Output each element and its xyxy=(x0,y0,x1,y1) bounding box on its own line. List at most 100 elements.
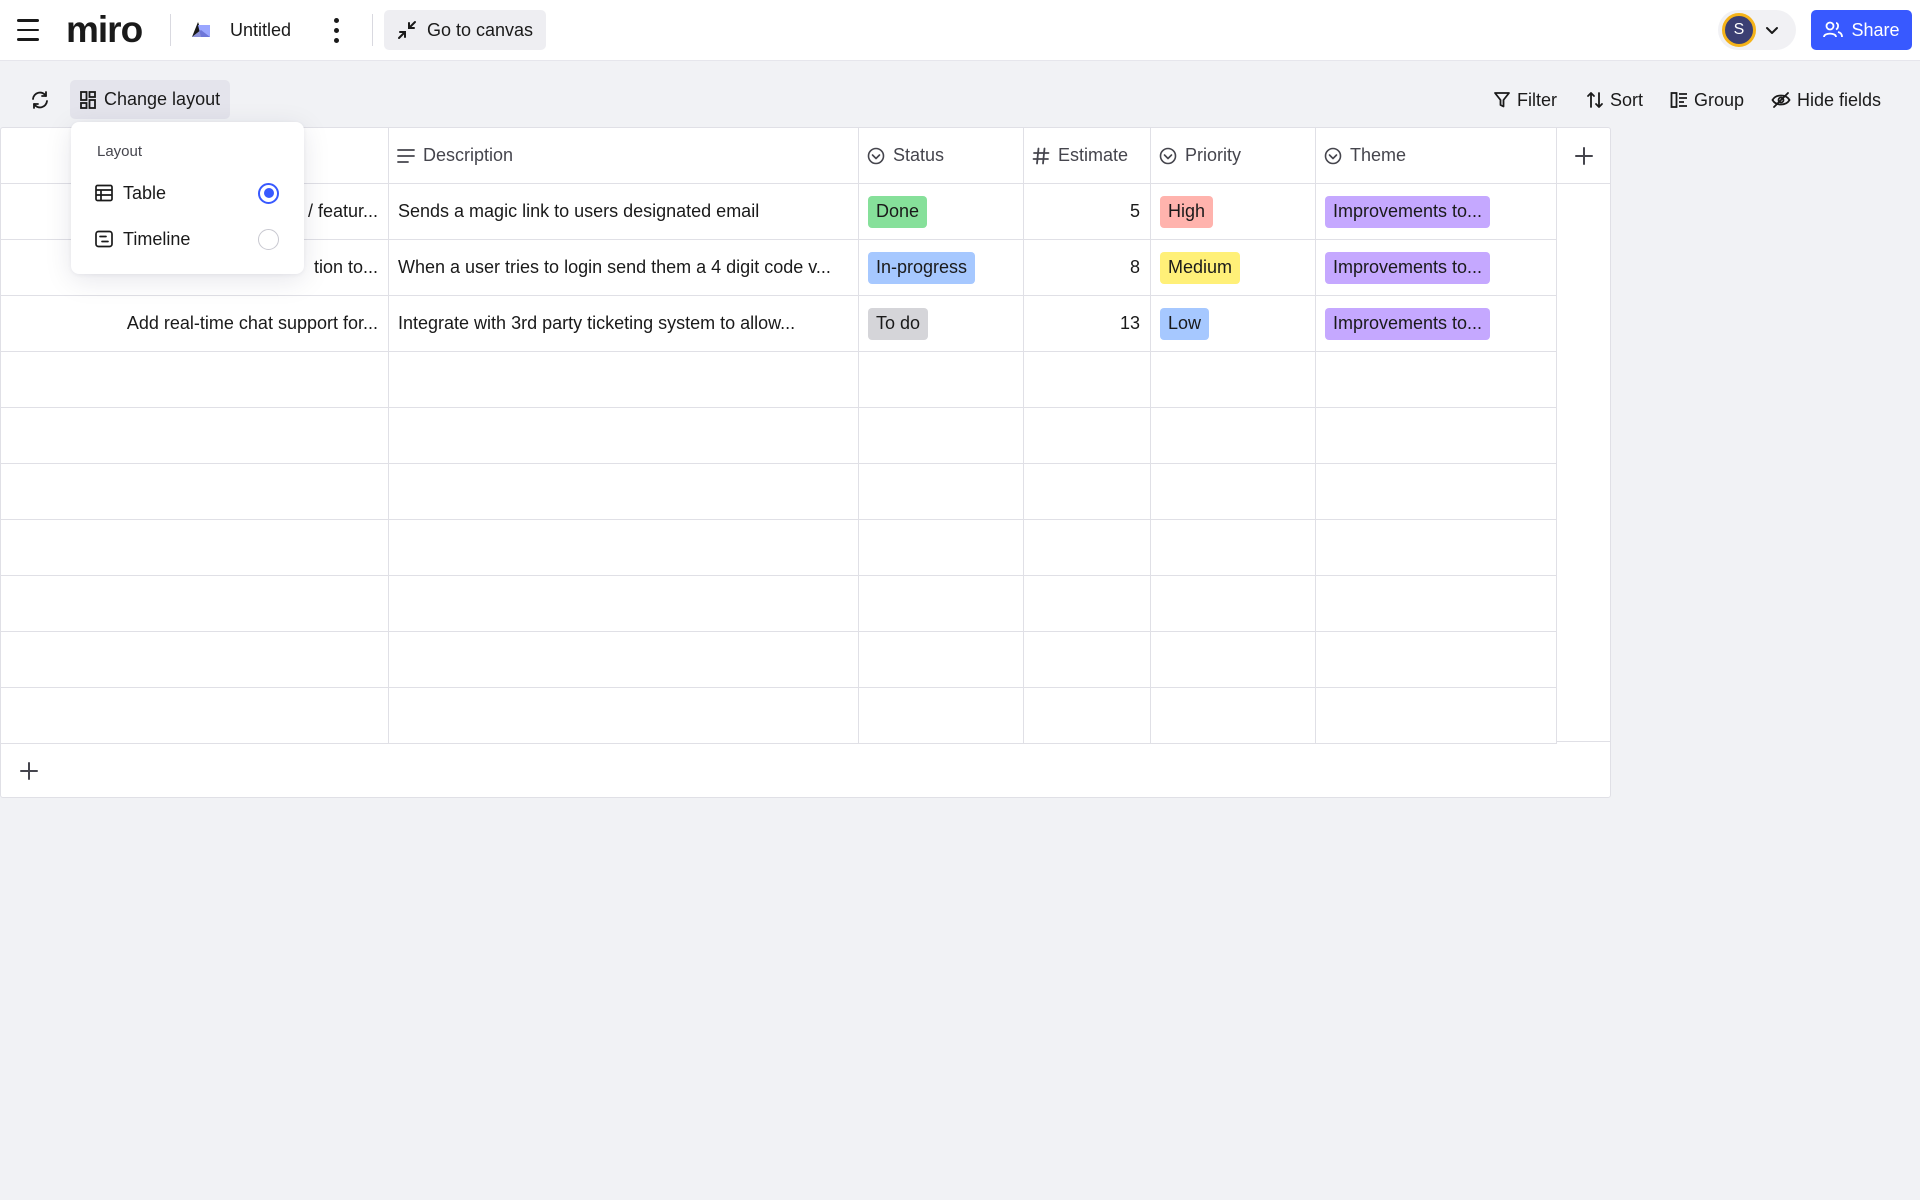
cell-theme[interactable]: Improvements to... xyxy=(1316,240,1557,296)
cell-priority[interactable]: High xyxy=(1151,184,1316,240)
status-badge: Done xyxy=(868,195,928,228)
empty-cell[interactable] xyxy=(389,688,859,744)
empty-cell[interactable] xyxy=(389,520,859,576)
cell-priority[interactable]: Low xyxy=(1151,296,1316,352)
column-header-label: Estimate xyxy=(1058,145,1129,165)
filter-button[interactable]: Filter xyxy=(1493,82,1557,118)
table-row[interactable]: Add real-time chat support for... Integr… xyxy=(1,296,1610,352)
empty-cell[interactable] xyxy=(1024,520,1151,576)
column-header-label: Description xyxy=(423,145,514,165)
add-row-button[interactable] xyxy=(11,753,47,789)
empty-cell[interactable] xyxy=(1024,408,1151,464)
empty-table-row[interactable] xyxy=(1,408,1610,464)
empty-cell[interactable] xyxy=(389,464,859,520)
empty-cell[interactable] xyxy=(1151,464,1316,520)
empty-cell[interactable] xyxy=(859,688,1024,744)
add-column-button[interactable] xyxy=(1557,128,1611,184)
group-button[interactable]: Group xyxy=(1670,82,1744,118)
empty-cell[interactable] xyxy=(1316,520,1557,576)
column-header-theme[interactable]: Theme xyxy=(1316,128,1557,184)
cell-title[interactable]: Add real-time chat support for... xyxy=(1,296,389,352)
column-header-status[interactable]: Status xyxy=(859,128,1024,184)
column-header-priority[interactable]: Priority xyxy=(1151,128,1316,184)
empty-cell[interactable] xyxy=(1316,632,1557,688)
empty-cell[interactable] xyxy=(1151,520,1316,576)
empty-cell[interactable] xyxy=(1024,632,1151,688)
empty-cell[interactable] xyxy=(859,408,1024,464)
empty-cell[interactable] xyxy=(389,632,859,688)
empty-table-row[interactable] xyxy=(1,632,1610,688)
miro-logo[interactable]: miro xyxy=(66,8,143,52)
share-button[interactable]: Share xyxy=(1811,10,1912,50)
column-header-estimate[interactable]: Estimate xyxy=(1024,128,1151,184)
cell-status[interactable]: In-progress xyxy=(859,240,1024,296)
empty-cell[interactable] xyxy=(1024,464,1151,520)
sync-icon[interactable] xyxy=(22,82,58,118)
empty-cell[interactable] xyxy=(1,520,389,576)
cell-status[interactable]: Done xyxy=(859,184,1024,240)
radio-unselected[interactable] xyxy=(258,228,279,250)
empty-table-row[interactable] xyxy=(1,464,1610,520)
empty-cell[interactable] xyxy=(1,464,389,520)
empty-cell[interactable] xyxy=(1151,352,1316,408)
empty-cell[interactable] xyxy=(1316,352,1557,408)
empty-cell[interactable] xyxy=(389,576,859,632)
empty-table-row[interactable] xyxy=(1,352,1610,408)
empty-cell[interactable] xyxy=(389,352,859,408)
empty-cell[interactable] xyxy=(1,576,389,632)
empty-cell[interactable] xyxy=(1151,688,1316,744)
empty-cell[interactable] xyxy=(1151,632,1316,688)
hide-fields-label: Hide fields xyxy=(1797,89,1882,110)
empty-cell[interactable] xyxy=(1316,576,1557,632)
layout-grid-icon xyxy=(80,90,96,109)
column-header-description[interactable]: Description xyxy=(389,128,859,184)
hide-fields-button[interactable]: Hide fields xyxy=(1771,82,1881,118)
change-layout-button[interactable]: Change layout xyxy=(70,80,231,119)
cell-description[interactable]: When a user tries to login send them a 4… xyxy=(389,240,859,296)
more-vertical-icon[interactable] xyxy=(320,14,352,46)
empty-cell[interactable] xyxy=(859,632,1024,688)
cell-description[interactable]: Integrate with 3rd party ticketing syste… xyxy=(389,296,859,352)
empty-cell[interactable] xyxy=(1316,464,1557,520)
sort-button[interactable]: Sort xyxy=(1586,82,1643,118)
empty-table-row[interactable] xyxy=(1,688,1610,744)
empty-cell[interactable] xyxy=(1,352,389,408)
empty-cell[interactable] xyxy=(1024,576,1151,632)
cell-status[interactable]: To do xyxy=(859,296,1024,352)
share-label: Share xyxy=(1851,19,1900,40)
empty-table-row[interactable] xyxy=(1,520,1610,576)
cell-description[interactable]: Sends a magic link to users designated e… xyxy=(389,184,859,240)
radio-selected[interactable] xyxy=(258,182,279,204)
empty-cell[interactable] xyxy=(1,408,389,464)
empty-cell[interactable] xyxy=(859,464,1024,520)
cell-theme[interactable]: Improvements to... xyxy=(1316,296,1557,352)
cell-estimate[interactable]: 8 xyxy=(1024,240,1151,296)
cell-priority[interactable]: Medium xyxy=(1151,240,1316,296)
empty-cell[interactable] xyxy=(1,688,389,744)
user-menu[interactable]: S xyxy=(1718,10,1796,50)
users-icon xyxy=(1823,21,1844,38)
theme-badge: Improvements to... xyxy=(1325,251,1491,284)
layout-option-table[interactable]: Table xyxy=(71,173,304,213)
go-to-canvas-button[interactable]: Go to canvas xyxy=(384,10,547,50)
empty-cell[interactable] xyxy=(1151,576,1316,632)
board-title[interactable]: Untitled xyxy=(224,14,297,46)
empty-cell[interactable] xyxy=(1151,408,1316,464)
empty-cell[interactable] xyxy=(1024,688,1151,744)
empty-cell[interactable] xyxy=(389,408,859,464)
divider xyxy=(372,14,373,46)
empty-cell[interactable] xyxy=(1,632,389,688)
empty-cell[interactable] xyxy=(859,352,1024,408)
empty-table-row[interactable] xyxy=(1,576,1610,632)
menu-icon[interactable] xyxy=(10,10,46,50)
cell-theme[interactable]: Improvements to... xyxy=(1316,184,1557,240)
empty-cell[interactable] xyxy=(1316,408,1557,464)
empty-cell[interactable] xyxy=(1316,688,1557,744)
empty-cell[interactable] xyxy=(1024,352,1151,408)
empty-cell[interactable] xyxy=(859,520,1024,576)
layout-option-timeline[interactable]: Timeline xyxy=(71,219,304,259)
cell-estimate[interactable]: 13 xyxy=(1024,296,1151,352)
cell-estimate[interactable]: 5 xyxy=(1024,184,1151,240)
empty-cell[interactable] xyxy=(859,576,1024,632)
board-icon[interactable] xyxy=(188,18,214,42)
